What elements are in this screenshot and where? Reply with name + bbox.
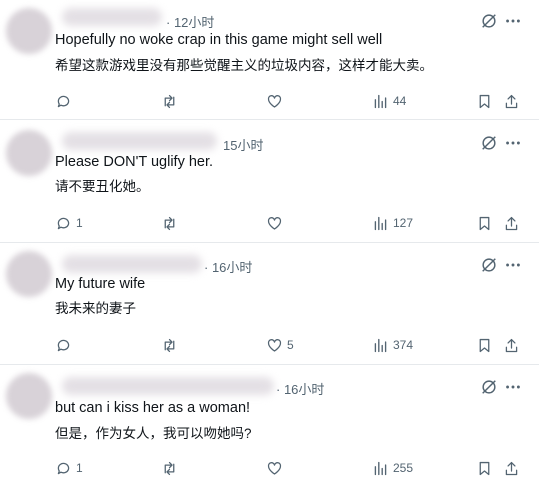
share-button[interactable]	[503, 458, 520, 478]
like-icon	[267, 338, 282, 352]
post-text-zh: 请不要丑化她。	[55, 179, 150, 194]
like-button[interactable]: 5	[266, 335, 294, 355]
like-count: 5	[287, 338, 294, 352]
post-time[interactable]: · 16小时	[204, 257, 252, 276]
reply-feed: · 12小时 Hopefully no woke crap in this ga…	[0, 0, 539, 490]
share-icon	[505, 216, 518, 230]
share-button[interactable]	[503, 213, 520, 233]
repost-icon	[164, 94, 175, 108]
author-name-redacted[interactable]	[62, 255, 202, 273]
bookmark-button[interactable]	[476, 458, 493, 478]
like-icon	[267, 94, 282, 108]
author-name-redacted[interactable]	[62, 132, 217, 150]
grok-icon[interactable]	[480, 256, 498, 274]
repost-icon	[164, 461, 175, 475]
bookmark-icon	[479, 94, 490, 108]
reply-post[interactable]: · 16小时 My future wife 我未来的妻子 5 374	[0, 243, 539, 365]
bookmark-icon	[479, 338, 490, 352]
reply-icon	[57, 95, 70, 107]
bookmark-icon	[479, 216, 490, 230]
reply-icon	[57, 462, 70, 474]
post-text-en: but can i kiss her as a woman!	[55, 400, 251, 416]
views-icon	[374, 338, 387, 352]
like-button[interactable]	[266, 91, 287, 111]
bookmark-button[interactable]	[476, 91, 493, 111]
share-icon	[505, 461, 518, 475]
repost-button[interactable]	[161, 458, 178, 478]
bookmark-button[interactable]	[476, 335, 493, 355]
post-actions: 5 374	[0, 335, 539, 355]
post-time[interactable]: 15小时	[223, 135, 263, 154]
post-text-zh: 希望这款游戏里没有那些觉醒主义的垃圾内容，这样才能大卖。	[55, 58, 433, 73]
avatar[interactable]	[6, 373, 52, 419]
reply-post[interactable]: 15小时 Please DON'T uglify her. 请不要丑化她。 1 …	[0, 120, 539, 243]
views-button[interactable]: 127	[372, 213, 413, 233]
reply-button[interactable]: 1	[55, 458, 83, 478]
repost-icon	[164, 338, 175, 352]
reply-button[interactable]	[55, 91, 76, 111]
views-count: 127	[393, 216, 414, 230]
post-text-en: Hopefully no woke crap in this game migh…	[55, 32, 383, 48]
views-icon	[374, 216, 387, 230]
like-button[interactable]	[266, 458, 287, 478]
reply-icon	[57, 339, 70, 351]
post-time[interactable]: · 12小时	[166, 12, 214, 31]
post-text-zh: 但是，作为女人，我可以吻她吗?	[55, 426, 252, 441]
post-time[interactable]: · 16小时	[276, 379, 324, 398]
post-text-en: Please DON'T uglify her.	[55, 154, 214, 170]
avatar[interactable]	[6, 8, 52, 54]
reply-button[interactable]: 1	[55, 213, 83, 233]
share-icon	[505, 338, 518, 352]
views-icon	[374, 94, 387, 108]
more-icon[interactable]	[504, 256, 522, 274]
share-button[interactable]	[503, 335, 520, 355]
views-icon	[374, 461, 387, 475]
bookmark-button[interactable]	[476, 213, 493, 233]
views-button[interactable]: 44	[372, 91, 406, 111]
post-actions: 44	[0, 91, 539, 111]
repost-button[interactable]	[161, 91, 178, 111]
views-button[interactable]: 374	[372, 335, 413, 355]
more-icon[interactable]	[504, 12, 522, 30]
repost-button[interactable]	[161, 335, 178, 355]
reply-count: 1	[76, 461, 83, 475]
post-text-zh: 我未来的妻子	[55, 301, 136, 316]
reply-post[interactable]: · 16小时 but can i kiss her as a woman! 但是…	[0, 365, 539, 490]
grok-icon[interactable]	[480, 12, 498, 30]
post-text-en: My future wife	[55, 276, 146, 292]
views-count: 44	[393, 94, 407, 108]
reply-count: 1	[76, 216, 83, 230]
avatar[interactable]	[6, 251, 52, 297]
like-icon	[267, 216, 282, 230]
author-name-redacted[interactable]	[62, 8, 162, 26]
grok-icon[interactable]	[480, 378, 498, 396]
author-name-redacted[interactable]	[62, 377, 274, 395]
bookmark-icon	[479, 461, 490, 475]
post-actions: 1 255	[0, 458, 539, 478]
repost-icon	[164, 216, 175, 230]
views-count: 255	[393, 461, 414, 475]
more-icon[interactable]	[504, 378, 522, 396]
reply-button[interactable]	[55, 335, 76, 355]
reply-post[interactable]: · 12小时 Hopefully no woke crap in this ga…	[0, 0, 539, 120]
share-icon	[505, 94, 518, 108]
like-button[interactable]	[266, 213, 287, 233]
more-icon[interactable]	[504, 134, 522, 152]
share-button[interactable]	[503, 91, 520, 111]
reply-icon	[57, 217, 70, 229]
like-icon	[267, 461, 282, 475]
avatar[interactable]	[6, 130, 52, 176]
repost-button[interactable]	[161, 213, 178, 233]
post-actions: 1 127	[0, 213, 539, 233]
views-count: 374	[393, 338, 414, 352]
grok-icon[interactable]	[480, 134, 498, 152]
views-button[interactable]: 255	[372, 458, 413, 478]
